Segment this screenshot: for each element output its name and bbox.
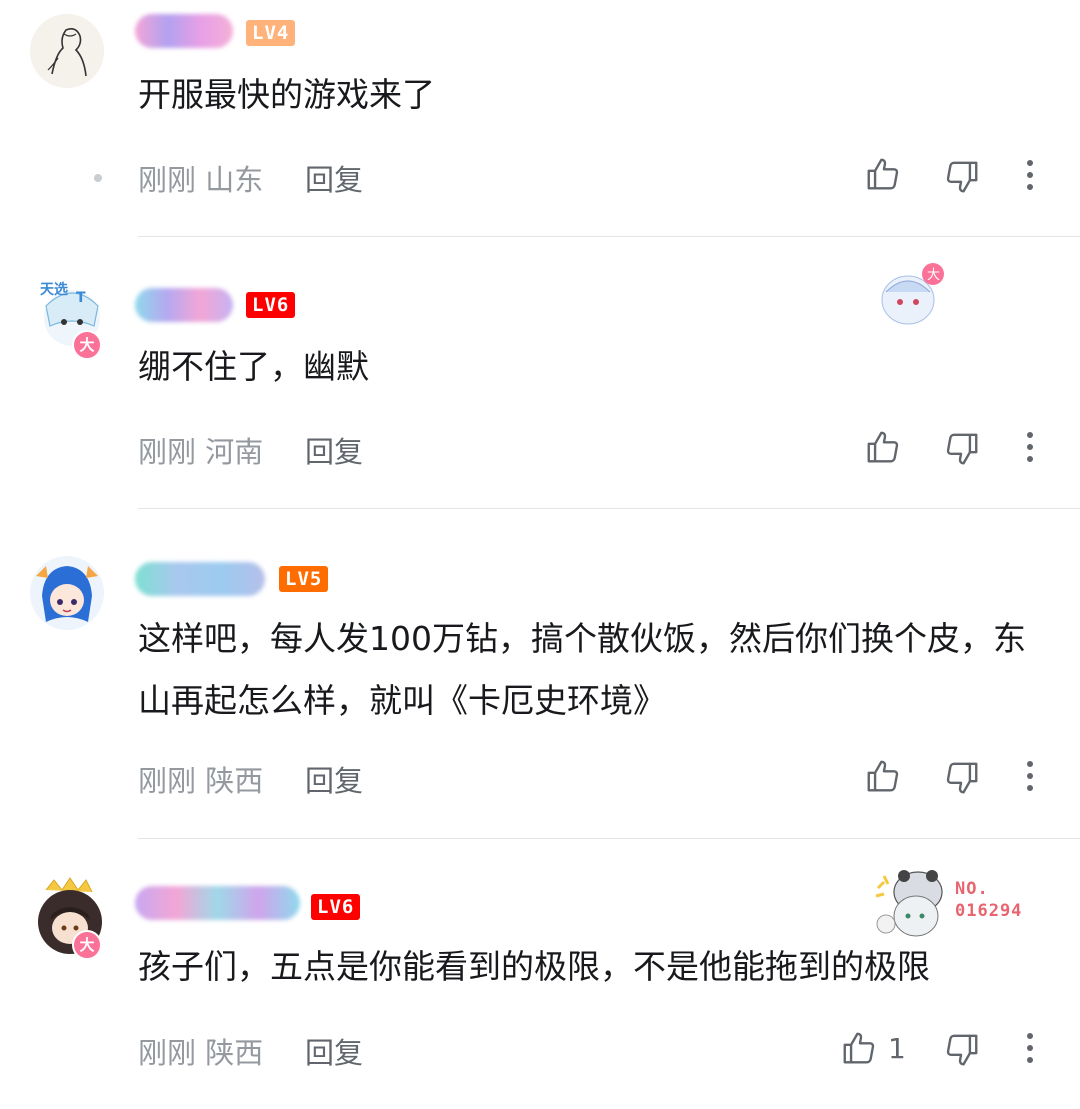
comment-location: 陕西 — [205, 1036, 264, 1070]
svg-text:天选: 天选 — [40, 281, 68, 298]
comment-location: 陕西 — [205, 764, 264, 798]
comment-meta: 刚刚 河南 — [138, 429, 263, 471]
comment-text: 绷不住了，幽默 — [138, 347, 369, 386]
fan-number: NO. 016294 — [955, 879, 1023, 921]
reply-button[interactable]: 回复 — [305, 157, 363, 199]
like-button[interactable] — [864, 757, 902, 795]
thumb-down-icon — [946, 161, 978, 193]
comment-meta: 刚刚 山东 — [138, 157, 263, 199]
username-blurred[interactable] — [135, 562, 265, 596]
like-button[interactable] — [864, 428, 902, 466]
like-count: 1 — [888, 1032, 906, 1065]
fan-medal-sticker — [870, 862, 960, 942]
comment-time: 刚刚 — [138, 1036, 197, 1070]
dislike-button[interactable] — [943, 158, 981, 196]
unread-dot-icon — [94, 174, 102, 182]
comment-meta: 刚刚 陕西 — [138, 1030, 263, 1072]
comment-meta: 刚刚 陕西 — [138, 758, 263, 800]
reply-button[interactable]: 回复 — [305, 429, 363, 471]
reply-button[interactable]: 回复 — [305, 758, 363, 800]
thumb-up-icon — [867, 760, 899, 792]
more-options-icon[interactable] — [1022, 759, 1038, 793]
username-blurred[interactable] — [135, 14, 233, 48]
decoration-sticker: 大 — [870, 262, 950, 332]
level-badge: LV4 — [246, 20, 296, 46]
dislike-button[interactable] — [943, 1031, 981, 1069]
avatar[interactable] — [30, 556, 104, 630]
divider — [138, 236, 1080, 237]
level-badge: LV6 — [246, 292, 296, 318]
thumb-up-icon — [843, 1032, 875, 1064]
thumb-down-icon — [946, 433, 978, 465]
thumb-down-icon — [946, 762, 978, 794]
more-options-icon[interactable] — [1022, 1031, 1038, 1065]
comment-time: 刚刚 — [138, 163, 197, 197]
comment-text: 孩子们，五点是你能看到的极限，不是他能拖到的极限 — [138, 947, 930, 986]
svg-text:大: 大 — [927, 268, 940, 283]
thumb-up-icon — [867, 431, 899, 463]
username-blurred[interactable] — [135, 288, 233, 322]
comment-location: 山东 — [205, 163, 264, 197]
thumb-up-icon — [867, 158, 899, 190]
dislike-button[interactable] — [943, 430, 981, 468]
like-button[interactable] — [840, 1029, 878, 1067]
username-blurred[interactable] — [135, 886, 300, 920]
reply-button[interactable]: 回复 — [305, 1030, 363, 1072]
avatar[interactable] — [30, 14, 104, 88]
level-badge: LV6 — [311, 894, 361, 920]
thumb-down-icon — [946, 1034, 978, 1066]
level-badge: LV5 — [279, 566, 329, 592]
avatar-badge: 大 — [72, 930, 102, 960]
svg-text:T: T — [76, 290, 86, 306]
like-button[interactable] — [864, 155, 902, 193]
dislike-button[interactable] — [943, 759, 981, 797]
more-options-icon[interactable] — [1022, 430, 1038, 464]
comment-location: 河南 — [205, 435, 264, 469]
comment-time: 刚刚 — [138, 764, 197, 798]
comment-time: 刚刚 — [138, 435, 197, 469]
avatar-badge: 大 — [72, 330, 102, 360]
comment-text: 这样吧，每人发100万钻，搞个散伙饭，然后你们换个皮，东山再起怎么样，就叫《卡厄… — [138, 619, 1026, 720]
more-options-icon[interactable] — [1022, 158, 1038, 192]
divider — [138, 838, 1080, 839]
divider — [138, 508, 1080, 509]
comment-text: 开服最快的游戏来了 — [138, 75, 435, 114]
